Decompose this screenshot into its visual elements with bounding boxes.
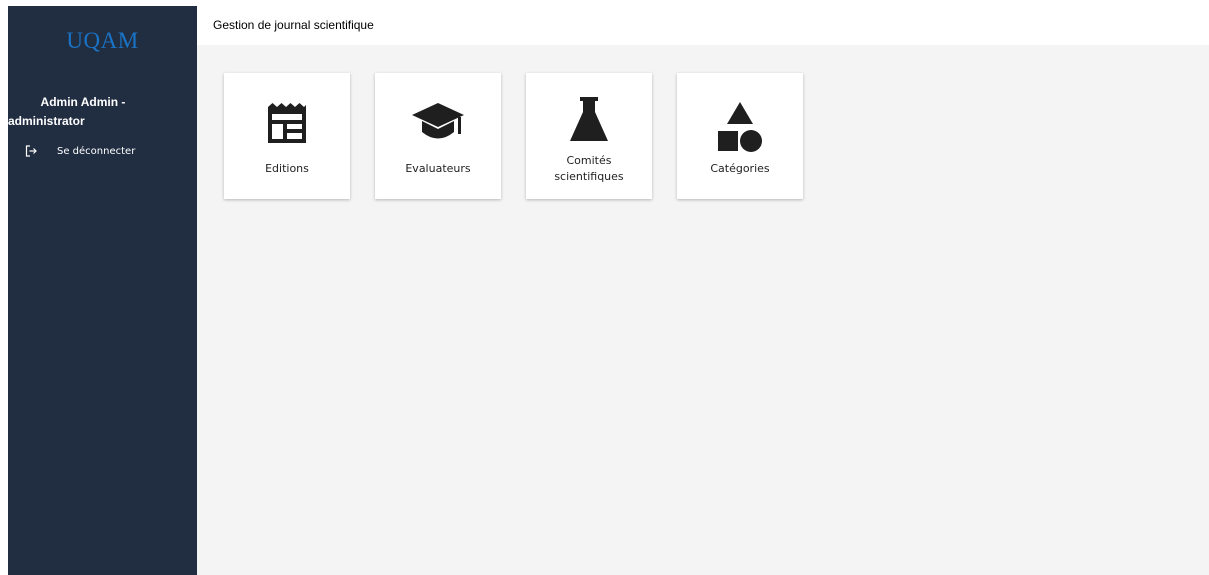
- tile-label: Comités scientifiques: [526, 153, 652, 185]
- tile-label-line2: scientifiques: [554, 170, 624, 183]
- tile-label: Evaluateurs: [405, 162, 471, 175]
- sidebar: UQAM Admin Admin - administrator Se déco…: [8, 6, 197, 575]
- logout-icon: [25, 145, 37, 157]
- tile-comites-scientifiques[interactable]: Comités scientifiques: [526, 73, 652, 199]
- user-role: administrator: [8, 114, 85, 128]
- page-title: Gestion de journal scientifique: [213, 18, 374, 32]
- tile-grid: Editions Evaluateurs Comités scientifiqu…: [224, 73, 828, 199]
- main-content: Editions Evaluateurs Comités scientifiqu…: [197, 45, 1209, 575]
- tile-label-line1: Comités: [566, 154, 612, 167]
- logout-button[interactable]: Se déconnecter: [25, 145, 135, 157]
- logo: UQAM: [66, 28, 139, 53]
- graduation-cap-icon: [375, 103, 501, 143]
- tile-categories[interactable]: Catégories: [677, 73, 803, 199]
- flask-icon: [526, 97, 652, 141]
- shapes-icon: [677, 102, 803, 154]
- logout-label: Se déconnecter: [57, 145, 136, 157]
- tile-label: Editions: [265, 162, 309, 175]
- user-name-line1: Admin Admin -: [40, 95, 126, 109]
- top-bar: Gestion de journal scientifique: [197, 6, 1209, 45]
- user-name: Admin Admin - administrator: [8, 93, 158, 131]
- tile-evaluateurs[interactable]: Evaluateurs: [375, 73, 501, 199]
- app: UQAM Admin Admin - administrator Se déco…: [0, 0, 1209, 575]
- newspaper-icon: [224, 103, 350, 143]
- tile-label: Catégories: [710, 162, 770, 175]
- tile-editions[interactable]: Editions: [224, 73, 350, 199]
